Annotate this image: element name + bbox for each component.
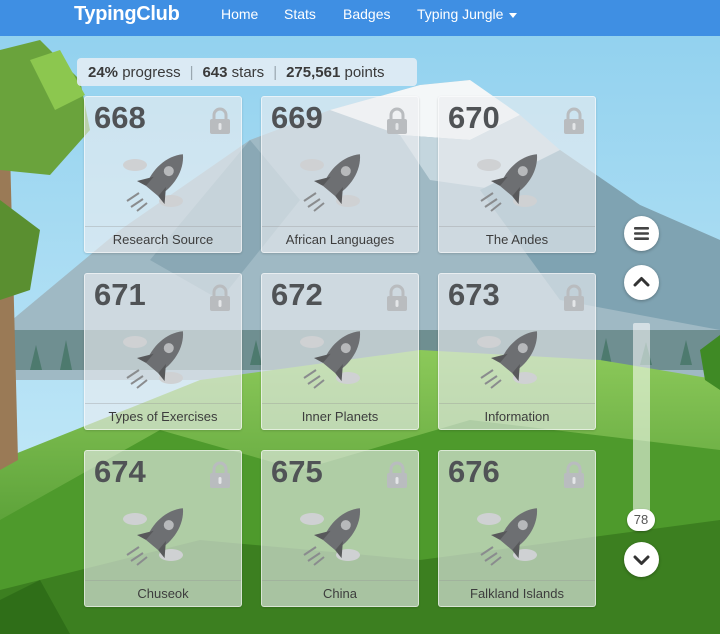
- points-label: points: [344, 63, 385, 81]
- menu-button[interactable]: [624, 216, 659, 251]
- lesson-number: 669: [271, 100, 323, 135]
- lock-icon: [387, 107, 407, 134]
- chevron-down-icon: [633, 555, 650, 565]
- lock-icon: [387, 461, 407, 488]
- nav-home[interactable]: Home: [221, 6, 258, 22]
- lesson-name: Research Source: [85, 226, 241, 252]
- top-navbar: TypingClub Home Stats Badges Typing Jung…: [0, 0, 720, 36]
- lock-icon: [210, 284, 230, 311]
- progress-label: progress: [122, 63, 181, 81]
- lesson-name: Chuseok: [85, 580, 241, 606]
- rocket-icon: [477, 154, 537, 212]
- lesson-name: China: [262, 580, 418, 606]
- lesson-scrollbar[interactable]: [633, 323, 650, 521]
- lesson-number: 672: [271, 277, 323, 312]
- stars-value: 643: [202, 63, 228, 81]
- chevron-up-icon: [633, 277, 650, 287]
- lesson-name: Inner Planets: [262, 403, 418, 429]
- rocket-icon: [300, 154, 360, 212]
- lesson-card-674[interactable]: 674 Chuseok: [84, 450, 242, 607]
- points-value: 275,561: [286, 63, 341, 81]
- lesson-number: 674: [94, 454, 146, 489]
- lesson-name: The Andes: [439, 226, 595, 252]
- progress-value: 24%: [88, 63, 119, 81]
- lesson-number: 676: [448, 454, 500, 489]
- lesson-card-671[interactable]: 671 Types of Exercises: [84, 273, 242, 430]
- lock-icon: [210, 461, 230, 488]
- lesson-number: 670: [448, 100, 500, 135]
- scroll-position-indicator[interactable]: 78: [627, 509, 655, 531]
- stars-label: stars: [231, 63, 265, 81]
- lock-icon: [564, 107, 584, 134]
- lesson-card-675[interactable]: 675 China: [261, 450, 419, 607]
- lesson-name: African Languages: [262, 226, 418, 252]
- lock-icon: [210, 107, 230, 134]
- rocket-icon: [300, 508, 360, 566]
- rocket-icon: [477, 331, 537, 389]
- divider: |: [273, 63, 278, 81]
- lesson-number: 671: [94, 277, 146, 312]
- rocket-icon: [477, 508, 537, 566]
- progress-stats: 24% progress | 643 stars | 275,561 point…: [77, 58, 417, 86]
- brand-logo[interactable]: TypingClub: [74, 3, 180, 26]
- lesson-card-676[interactable]: 676 Falkland Islands: [438, 450, 596, 607]
- scroll-up-button[interactable]: [624, 265, 659, 300]
- hamburger-icon: [634, 227, 649, 240]
- lesson-card-672[interactable]: 672 Inner Planets: [261, 273, 419, 430]
- lesson-name: Falkland Islands: [439, 580, 595, 606]
- lesson-card-670[interactable]: 670 The Andes: [438, 96, 596, 253]
- lock-icon: [387, 284, 407, 311]
- rocket-icon: [123, 508, 183, 566]
- lock-icon: [564, 284, 584, 311]
- nav-typing-jungle[interactable]: Typing Jungle: [417, 6, 518, 22]
- lesson-number: 673: [448, 277, 500, 312]
- nav-badges[interactable]: Badges: [343, 6, 390, 22]
- nav-stats[interactable]: Stats: [284, 6, 316, 22]
- nav-typing-jungle-label: Typing Jungle: [417, 6, 504, 22]
- caret-down-icon: [509, 12, 518, 18]
- lesson-card-668[interactable]: 668 Research Source: [84, 96, 242, 253]
- lesson-name: Types of Exercises: [85, 403, 241, 429]
- lesson-name: Information: [439, 403, 595, 429]
- scroll-down-button[interactable]: [624, 542, 659, 577]
- lock-icon: [564, 461, 584, 488]
- rocket-icon: [123, 331, 183, 389]
- lesson-card-673[interactable]: 673 Information: [438, 273, 596, 430]
- lesson-number: 675: [271, 454, 323, 489]
- lesson-card-669[interactable]: 669 African Languages: [261, 96, 419, 253]
- rocket-icon: [123, 154, 183, 212]
- lesson-number: 668: [94, 100, 146, 135]
- divider: |: [189, 63, 194, 81]
- rocket-icon: [300, 331, 360, 389]
